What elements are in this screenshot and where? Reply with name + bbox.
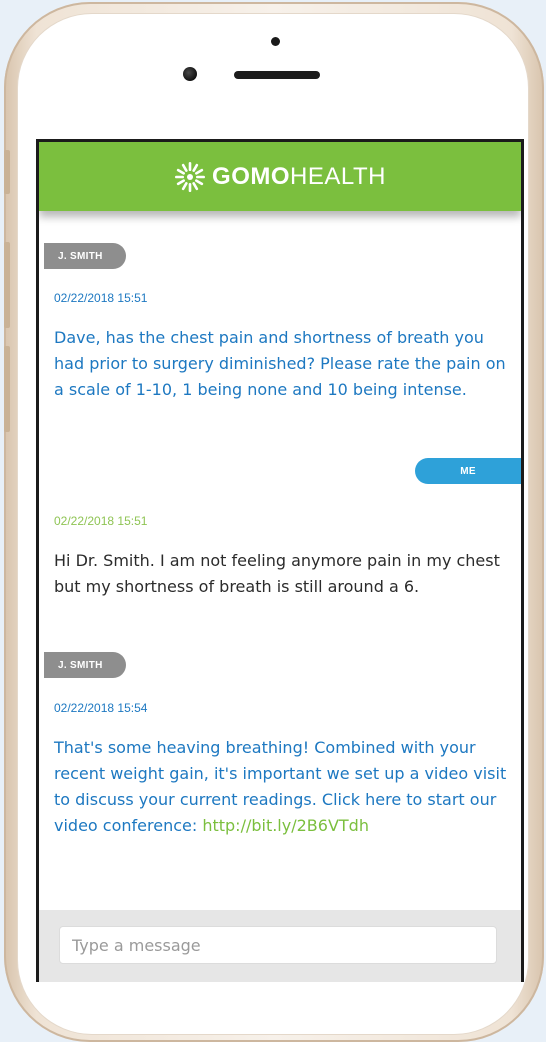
- phone-screen: GOMOHEALTH J. SMITH 02/22/2018 15:51 Dav…: [36, 139, 524, 982]
- message-body: That's some heaving breathing! Combined …: [54, 735, 509, 839]
- mute-switch: [4, 150, 10, 194]
- message-timestamp: 02/22/2018 15:54: [54, 701, 148, 715]
- message-input[interactable]: [59, 926, 497, 964]
- brand-logo: GOMOHEALTH: [212, 163, 386, 191]
- sender-badge-doctor: J. SMITH: [44, 652, 126, 678]
- message-timestamp: 02/22/2018 15:51: [54, 514, 148, 528]
- brand-bold: GOMO: [212, 162, 291, 190]
- earpiece-speaker: [234, 71, 320, 79]
- gomo-burst-icon: [175, 161, 206, 192]
- proximity-sensor: [271, 37, 280, 46]
- message-text: Dave, has the chest pain and shortness o…: [54, 328, 506, 399]
- video-conference-link[interactable]: http://bit.ly/2B6VTdh: [202, 816, 369, 835]
- app-header: GOMOHEALTH: [39, 142, 521, 211]
- volume-down-button: [4, 346, 10, 432]
- sender-badge-doctor: J. SMITH: [44, 243, 126, 269]
- brand-light: HEALTH: [290, 162, 386, 190]
- message-timestamp: 02/22/2018 15:51: [54, 291, 148, 305]
- volume-up-button: [4, 242, 10, 328]
- sender-badge-me: ME: [415, 458, 521, 484]
- message-composer: [39, 910, 521, 982]
- message-text: Hi Dr. Smith. I am not feeling anymore p…: [54, 551, 500, 596]
- front-camera: [183, 67, 197, 81]
